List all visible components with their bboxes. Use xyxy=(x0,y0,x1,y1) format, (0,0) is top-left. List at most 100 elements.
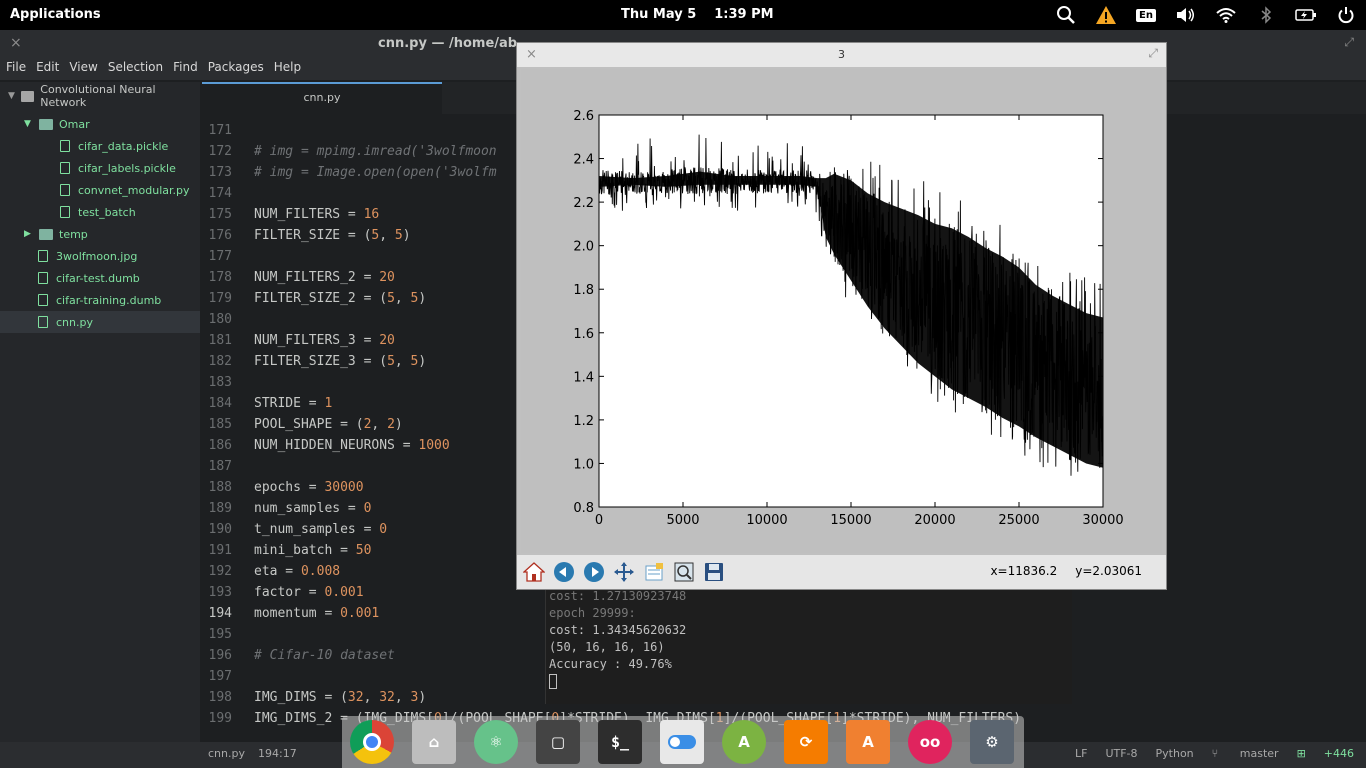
line-number: 173 xyxy=(208,165,232,180)
tree-file-3wolfmoon[interactable]: 3wolfmoon.jpg xyxy=(0,245,200,267)
tree-file-cifar-data[interactable]: cifar_data.pickle xyxy=(0,135,200,157)
home-folder-icon[interactable]: ⌂ xyxy=(412,720,456,764)
menu-file[interactable]: File xyxy=(6,58,26,80)
search-icon[interactable] xyxy=(1046,0,1086,30)
x-tick-label: 10000 xyxy=(746,513,787,528)
bluetooth-icon[interactable] xyxy=(1246,0,1286,30)
tree-folder-omar[interactable]: ▼ Omar xyxy=(0,113,200,135)
terminal-prompt[interactable] xyxy=(549,673,1072,690)
image-file-icon xyxy=(38,250,48,262)
status-encoding[interactable]: UTF-8 xyxy=(1105,747,1137,760)
tree-footer xyxy=(0,742,202,768)
line-number: 174 xyxy=(208,186,232,201)
menu-packages[interactable]: Packages xyxy=(208,58,264,80)
subplots-icon[interactable] xyxy=(641,559,667,585)
folder-icon xyxy=(39,228,53,240)
status-line-ending[interactable]: LF xyxy=(1075,747,1087,760)
power-icon[interactable] xyxy=(1326,0,1366,30)
keyboard-layout-indicator[interactable]: En xyxy=(1126,0,1166,30)
x-tick-label: 30000 xyxy=(1082,513,1123,528)
android-studio-icon[interactable]: A xyxy=(722,720,766,764)
pan-icon[interactable] xyxy=(611,559,637,585)
wifi-icon[interactable] xyxy=(1206,0,1246,30)
y-tick-label: 2.6 xyxy=(573,109,594,124)
zoom-rect-icon[interactable] xyxy=(671,559,697,585)
home-icon[interactable] xyxy=(521,559,547,585)
tree-item-label: Omar xyxy=(59,117,90,131)
menu-find[interactable]: Find xyxy=(173,58,198,80)
save-icon[interactable] xyxy=(701,559,727,585)
tree-file-convnet-modular[interactable]: convnet_modular.py xyxy=(0,179,200,201)
status-file[interactable]: cnn.py xyxy=(208,747,245,760)
plot-window-title: 3 xyxy=(838,48,845,61)
status-branch-label: master xyxy=(1239,747,1279,760)
expand-icon[interactable]: ⤢ xyxy=(1148,46,1158,61)
close-icon[interactable]: × xyxy=(10,35,22,51)
y-tick-label: 1.4 xyxy=(573,370,594,385)
status-grammar[interactable]: Python xyxy=(1156,747,1194,760)
menu-help[interactable]: Help xyxy=(274,58,301,80)
tree-item-label: cifar_labels.pickle xyxy=(78,161,176,175)
forward-icon[interactable] xyxy=(581,559,607,585)
tree-folder-temp[interactable]: ▶ temp xyxy=(0,223,200,245)
line-number: 199 xyxy=(208,711,232,726)
line-number: 181 xyxy=(208,333,232,348)
file-icon xyxy=(60,162,70,174)
status-branch[interactable]: ⑂ master xyxy=(1212,747,1279,760)
atom-icon[interactable]: ⚛ xyxy=(474,720,518,764)
line-number: 185 xyxy=(208,417,232,432)
expand-icon[interactable]: ⤢ xyxy=(1344,35,1354,50)
tree-file-cnn[interactable]: cnn.py xyxy=(0,311,200,333)
status-cursor-position[interactable]: 194:17 xyxy=(258,747,297,760)
line-number: 196 xyxy=(208,648,232,663)
tree-item-label: 3wolfmoon.jpg xyxy=(56,249,138,263)
clock[interactable]: Thu May 5 1:39 PM xyxy=(621,7,792,22)
terminal-line: Accuracy : 49.76% xyxy=(549,657,672,671)
line-number: 177 xyxy=(208,249,232,264)
tree-file-test-batch[interactable]: test_batch xyxy=(0,201,200,223)
screenshot-icon[interactable]: ▢ xyxy=(536,720,580,764)
figure-canvas[interactable]: 0 5000 10000 15000 20000 25000 30000 0.8 1.0 1.2 1… xyxy=(521,69,1162,553)
dock: ⌂ ⚛ ▢ $_ A ⟳ A oo ⚙ xyxy=(342,716,1024,768)
tree-file-cifar-training[interactable]: cifar-training.dumb xyxy=(0,289,200,311)
volume-icon[interactable] xyxy=(1166,0,1206,30)
line-number: 171 xyxy=(208,123,232,138)
menu-edit[interactable]: Edit xyxy=(36,58,59,80)
line-number: 187 xyxy=(208,459,232,474)
line-number: 179 xyxy=(208,291,232,306)
applications-menu[interactable]: Applications xyxy=(10,7,101,22)
line-number-gutter: 171 172 173 174 175 176 177 178 179 180 181 182 183 1… xyxy=(202,120,246,729)
line-number: 188 xyxy=(208,480,232,495)
folder-icon xyxy=(39,118,53,130)
menu-selection[interactable]: Selection xyxy=(108,58,163,80)
terminal-output[interactable]: cost: 1.27130923748 epoch 29999: cost: 1… xyxy=(545,588,1072,704)
store-icon[interactable]: A xyxy=(846,720,890,764)
sync-icon[interactable]: ⟳ xyxy=(784,720,828,764)
tab-cnn-py[interactable]: cnn.py xyxy=(202,82,442,114)
tree-file-cifar-test[interactable]: cifar-test.dumb xyxy=(0,267,200,289)
line-number: 182 xyxy=(208,354,232,369)
tree-item-label: temp xyxy=(59,227,88,241)
terminal-icon[interactable]: $_ xyxy=(598,720,642,764)
clock-day: Thu May 5 xyxy=(621,7,697,22)
line-number: 180 xyxy=(208,312,232,327)
y-tick-label: 1.2 xyxy=(573,414,594,429)
warning-icon[interactable] xyxy=(1086,0,1126,30)
status-diff[interactable]: ⊞ +446 xyxy=(1297,747,1354,760)
status-right: LF UTF-8 Python ⑂ master ⊞ +446 xyxy=(1057,747,1354,760)
toggle-icon[interactable] xyxy=(660,720,704,764)
battery-icon[interactable] xyxy=(1286,0,1326,30)
line-number: 175 xyxy=(208,207,232,222)
settings-icon[interactable]: ⚙ xyxy=(970,720,1014,764)
y-tick-label: 0.8 xyxy=(573,501,594,516)
menu-view[interactable]: View xyxy=(69,58,97,80)
window-title: cnn.py — /home/abdula xyxy=(378,36,518,51)
tree-root[interactable]: ▼ Convolutional Neural Network xyxy=(0,83,200,109)
tree-file-cifar-labels[interactable]: cifar_labels.pickle xyxy=(0,157,200,179)
back-icon[interactable] xyxy=(551,559,577,585)
plot-toolbar: x=11836.2 y=2.03061 xyxy=(517,555,1166,589)
line-number: 189 xyxy=(208,501,232,516)
flickr-icon[interactable]: oo xyxy=(908,720,952,764)
chrome-icon[interactable] xyxy=(350,720,394,764)
loss-chart[interactable]: 0 5000 10000 15000 20000 25000 30000 0.8 1.0 1.2 1… xyxy=(521,69,1162,553)
